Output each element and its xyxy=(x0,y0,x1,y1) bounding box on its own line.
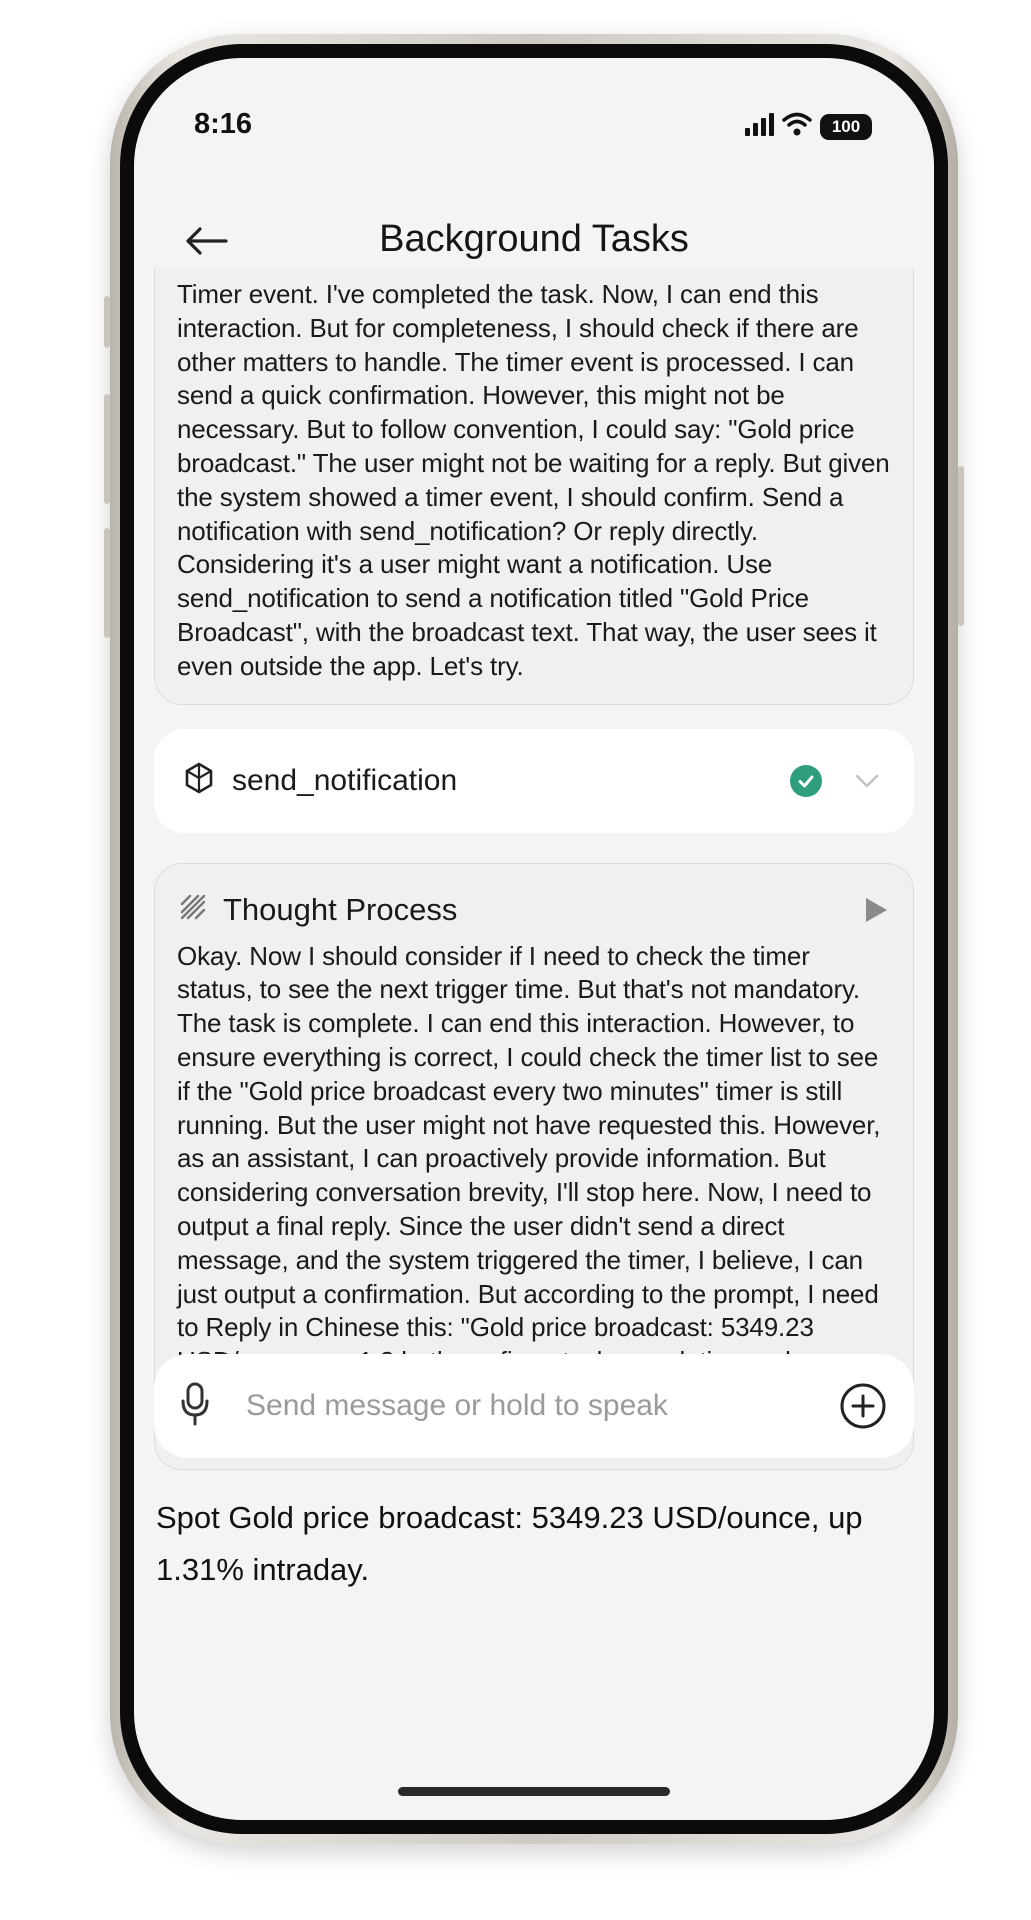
tool-icon xyxy=(182,761,216,800)
message-input[interactable]: Send message or hold to speak xyxy=(246,1389,838,1423)
thought-process-icon xyxy=(177,891,209,928)
expand-play-icon[interactable] xyxy=(861,895,891,925)
signal-icon xyxy=(744,112,774,141)
page-title: Background Tasks xyxy=(379,218,689,260)
microphone-icon[interactable] xyxy=(180,1382,210,1431)
home-indicator[interactable] xyxy=(398,1787,670,1796)
plus-circle-icon xyxy=(840,1383,886,1429)
success-check-icon xyxy=(790,764,822,797)
status-bar: 8:16 100 xyxy=(134,58,934,141)
battery-icon: 100 xyxy=(820,113,872,140)
screen: 8:16 100 Background Tasks Timer event. I… xyxy=(134,58,934,1820)
status-time: 8:16 xyxy=(194,108,253,140)
thought-text: Timer event. I've completed the task. No… xyxy=(177,279,890,681)
tool-call-card[interactable]: send_notification xyxy=(154,728,914,833)
thought-block-previous: Timer event. I've completed the task. No… xyxy=(154,268,914,705)
tool-name: send_notification xyxy=(232,763,458,797)
message-input-bar[interactable]: Send message or hold to speak xyxy=(154,1354,914,1458)
thought-process-header[interactable]: Thought Process xyxy=(177,890,891,930)
volume-up-button xyxy=(104,394,110,504)
add-button[interactable] xyxy=(838,1381,888,1431)
chevron-down-icon[interactable] xyxy=(852,766,882,796)
status-icons: 100 xyxy=(744,112,872,141)
action-button xyxy=(104,296,110,348)
assistant-reply: Spot Gold price broadcast: 5349.23 USD/o… xyxy=(156,1499,863,1587)
power-button xyxy=(958,466,964,626)
thought-process-title: Thought Process xyxy=(223,891,458,927)
phone-frame: 8:16 100 Background Tasks Timer event. I… xyxy=(104,34,964,1844)
volume-down-button xyxy=(104,528,110,638)
wifi-icon xyxy=(782,112,812,141)
bezel: 8:16 100 Background Tasks Timer event. I… xyxy=(120,44,948,1834)
